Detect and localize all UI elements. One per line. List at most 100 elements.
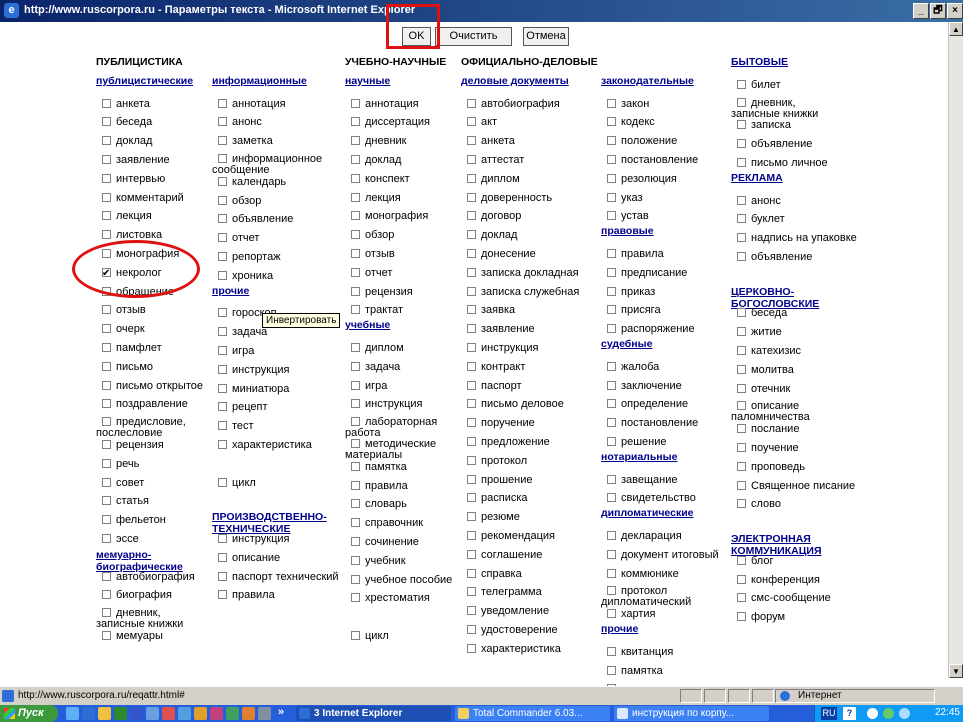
checkbox[interactable] bbox=[218, 421, 227, 431]
subgroup-link[interactable]: деловые документы bbox=[461, 75, 598, 95]
checkbox[interactable] bbox=[102, 590, 111, 600]
checkbox[interactable] bbox=[607, 136, 616, 146]
checkbox[interactable] bbox=[351, 630, 360, 640]
checkbox[interactable] bbox=[467, 136, 476, 146]
checkbox[interactable] bbox=[102, 608, 111, 618]
checkbox[interactable] bbox=[467, 493, 476, 503]
checkbox[interactable] bbox=[102, 154, 111, 164]
network-icon[interactable] bbox=[883, 708, 894, 719]
checkbox[interactable] bbox=[102, 286, 111, 296]
checkbox[interactable] bbox=[351, 574, 360, 584]
checkbox[interactable] bbox=[607, 98, 616, 108]
checkbox[interactable] bbox=[218, 552, 227, 562]
checkbox[interactable] bbox=[467, 399, 476, 409]
checkbox[interactable] bbox=[351, 267, 360, 277]
checkbox[interactable] bbox=[351, 98, 360, 108]
checkbox[interactable] bbox=[607, 399, 616, 409]
checkbox[interactable] bbox=[607, 192, 616, 202]
window-titlebar[interactable]: e http://www.ruscorpora.ru - Параметры т… bbox=[0, 0, 963, 22]
checkbox[interactable] bbox=[102, 248, 111, 258]
checkbox[interactable] bbox=[467, 361, 476, 371]
checkbox[interactable] bbox=[351, 593, 360, 603]
checkbox[interactable] bbox=[607, 173, 616, 183]
checkbox[interactable] bbox=[607, 211, 616, 221]
checkbox[interactable] bbox=[102, 98, 111, 108]
close-button[interactable]: × bbox=[947, 3, 963, 19]
checkbox[interactable] bbox=[351, 555, 360, 565]
checkbox[interactable] bbox=[467, 324, 476, 334]
checkbox[interactable] bbox=[218, 98, 227, 108]
checkbox[interactable] bbox=[351, 380, 360, 390]
quicklaunch-app-icon[interactable] bbox=[194, 707, 207, 720]
checkbox[interactable] bbox=[218, 270, 227, 280]
checkbox[interactable] bbox=[218, 153, 227, 163]
checkbox[interactable] bbox=[737, 97, 746, 107]
checkbox[interactable] bbox=[102, 173, 111, 183]
checkbox[interactable] bbox=[737, 612, 746, 622]
checkbox[interactable] bbox=[467, 305, 476, 315]
checkbox[interactable] bbox=[737, 233, 746, 243]
subgroup-link[interactable]: мемуарно-биографические bbox=[96, 549, 203, 573]
checkbox[interactable] bbox=[737, 251, 746, 261]
checkbox[interactable] bbox=[351, 536, 360, 546]
quicklaunch-folder-icon[interactable] bbox=[98, 707, 111, 720]
checkbox[interactable] bbox=[467, 418, 476, 428]
scroll-up-icon[interactable]: ▲ bbox=[949, 22, 963, 36]
checkbox[interactable] bbox=[351, 438, 360, 448]
checkbox[interactable] bbox=[351, 499, 360, 509]
subgroup-link[interactable]: правовые bbox=[601, 226, 719, 245]
checkbox[interactable] bbox=[737, 157, 746, 167]
subgroup-link[interactable]: ПРОИЗВОДСТВЕННО- ТЕХНИЧЕСКИЕ bbox=[212, 511, 339, 535]
checkbox[interactable] bbox=[467, 98, 476, 108]
clear-button[interactable]: Очистить bbox=[435, 27, 512, 46]
subgroup-link[interactable]: информационные bbox=[212, 75, 339, 95]
checkbox[interactable] bbox=[467, 211, 476, 221]
checkbox[interactable] bbox=[607, 248, 616, 258]
minimize-button[interactable]: _ bbox=[913, 3, 929, 19]
checkbox[interactable] bbox=[467, 380, 476, 390]
quicklaunch-word-icon[interactable] bbox=[130, 707, 143, 720]
checkbox[interactable] bbox=[467, 154, 476, 164]
checkbox[interactable] bbox=[737, 424, 746, 434]
checkbox[interactable] bbox=[467, 643, 476, 653]
checkbox[interactable] bbox=[351, 154, 360, 164]
checkbox[interactable] bbox=[607, 324, 616, 334]
checkbox[interactable] bbox=[607, 154, 616, 164]
quicklaunch-app-icon[interactable] bbox=[178, 707, 191, 720]
checkbox[interactable] bbox=[102, 136, 111, 146]
subgroup-link[interactable]: прочие bbox=[212, 285, 339, 305]
checkbox[interactable] bbox=[102, 117, 111, 127]
checkbox[interactable] bbox=[351, 230, 360, 240]
checkbox[interactable] bbox=[102, 630, 111, 640]
checkbox[interactable] bbox=[467, 606, 476, 616]
checkbox[interactable] bbox=[467, 286, 476, 296]
checkbox[interactable] bbox=[467, 549, 476, 559]
checkbox[interactable] bbox=[607, 305, 616, 315]
checkbox[interactable] bbox=[607, 117, 616, 127]
checkbox[interactable] bbox=[607, 568, 616, 578]
checkbox[interactable] bbox=[467, 568, 476, 578]
checkbox[interactable] bbox=[737, 401, 746, 411]
checkbox[interactable] bbox=[467, 474, 476, 484]
checkbox[interactable] bbox=[102, 477, 111, 487]
checkbox[interactable] bbox=[351, 518, 360, 528]
checkbox[interactable] bbox=[607, 530, 616, 540]
checkbox[interactable] bbox=[467, 455, 476, 465]
checkbox[interactable] bbox=[737, 555, 746, 565]
subgroup-link[interactable]: БЫТОВЫЕ bbox=[731, 57, 857, 76]
checkbox[interactable] bbox=[737, 327, 746, 337]
task-internet-explorer[interactable]: 3 Internet Explorer bbox=[296, 706, 451, 721]
scroll-down-icon[interactable]: ▼ bbox=[949, 664, 963, 678]
checkbox[interactable] bbox=[607, 380, 616, 390]
checkbox-checked[interactable] bbox=[102, 265, 111, 284]
checkbox[interactable] bbox=[607, 665, 616, 675]
quicklaunch-desktop-icon[interactable] bbox=[66, 707, 79, 720]
start-button[interactable]: Пуск bbox=[0, 705, 58, 722]
checkbox[interactable] bbox=[737, 383, 746, 393]
checkbox[interactable] bbox=[467, 530, 476, 540]
checkbox[interactable] bbox=[351, 117, 360, 127]
checkbox[interactable] bbox=[102, 439, 111, 449]
checkbox[interactable] bbox=[102, 417, 111, 427]
checkbox[interactable] bbox=[218, 345, 227, 355]
subgroup-link[interactable]: ЭЛЕКТРОННАЯ КОММУНИКАЦИЯ bbox=[731, 533, 857, 557]
